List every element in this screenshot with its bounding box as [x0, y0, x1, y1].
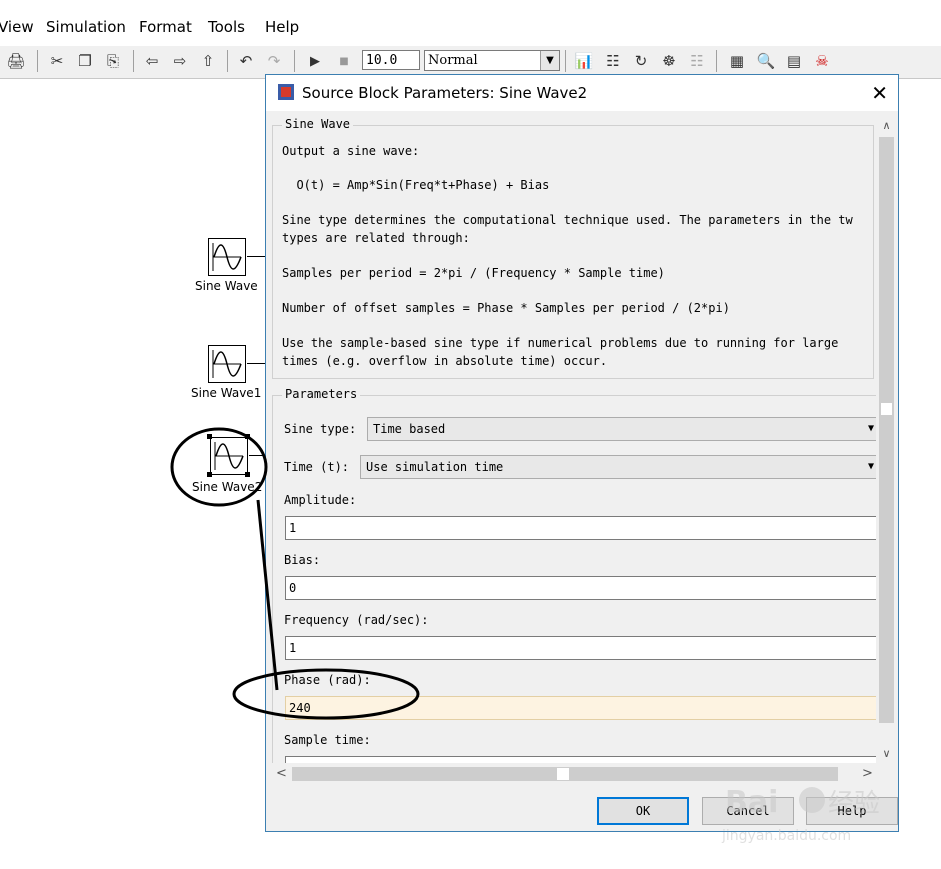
annotation-line — [256, 499, 279, 691]
annotation-circle — [232, 668, 420, 720]
svg-text:Bai: Bai — [725, 785, 778, 820]
svg-text:jingyan.baidu.com: jingyan.baidu.com — [721, 828, 851, 844]
baidu-watermark-logo: Bai 经验 jingyan.baidu.com — [721, 785, 880, 844]
annotation-circle — [170, 427, 268, 507]
svg-text:经验: 经验 — [828, 789, 880, 819]
annotation-overlay — [170, 427, 420, 720]
